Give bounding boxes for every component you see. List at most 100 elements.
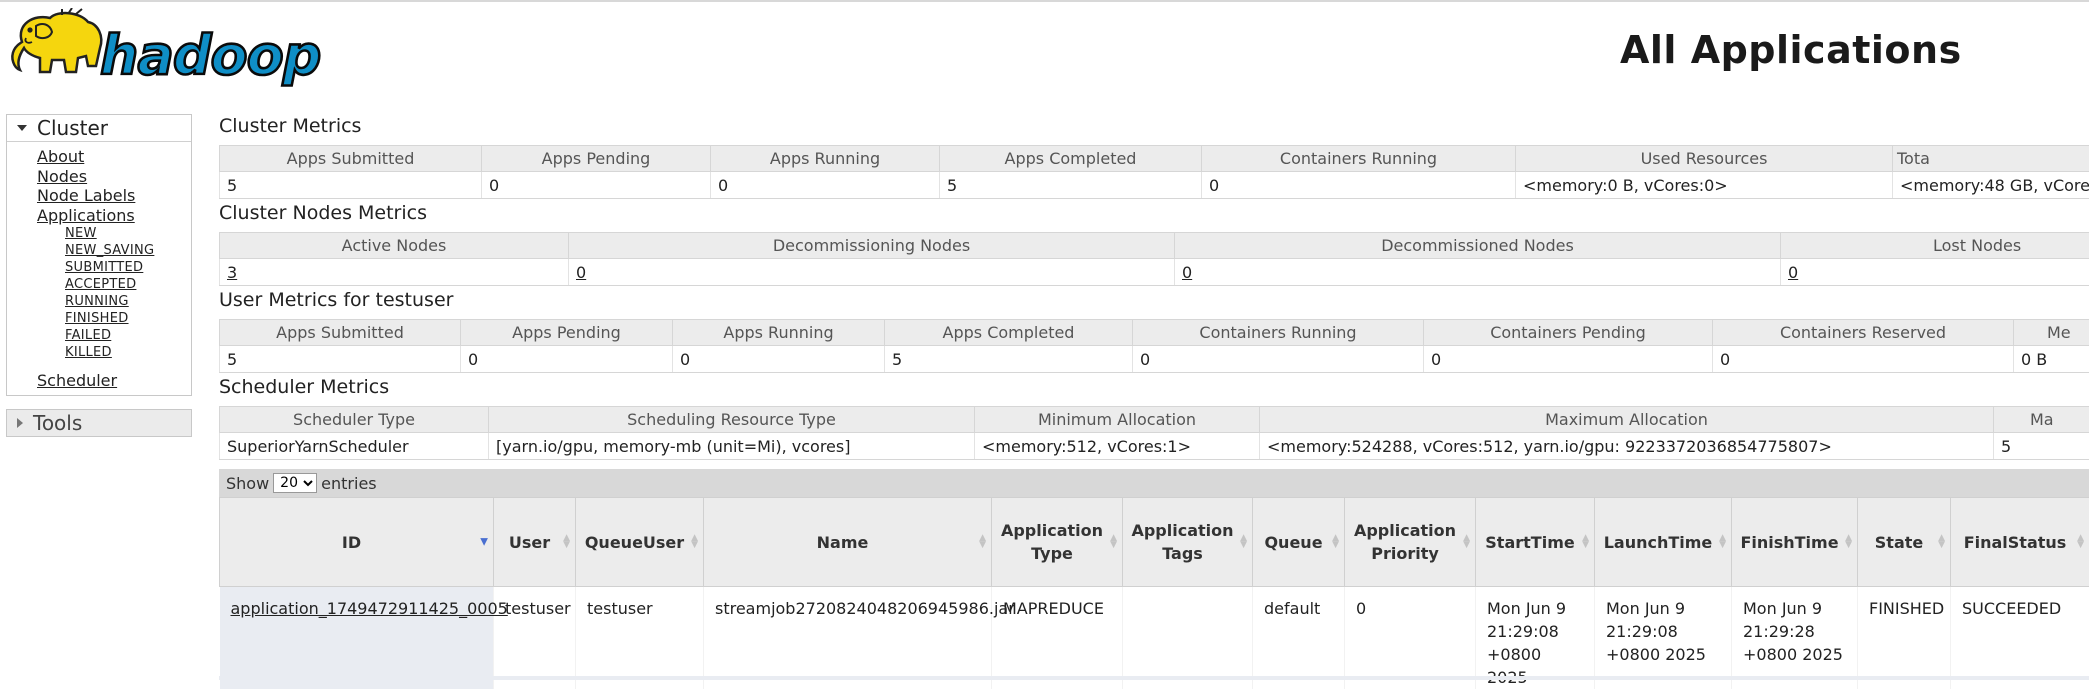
cluster-nodes-metrics-table: Active Nodes Decommissioning Nodes Decom… (219, 232, 2089, 286)
scheduler-metrics-value-row: SuperiorYarnScheduler [yarn.io/gpu, memo… (220, 433, 2089, 460)
nodes-metrics-value-row: 3 0 0 0 (220, 259, 2089, 286)
decommissioning-nodes-link[interactable]: 0 (576, 263, 586, 282)
col-decommissioned-nodes: Decommissioned Nodes (1175, 233, 1781, 259)
sort-both-icon: ▲▼ (1719, 535, 1726, 549)
col-header-application-tags[interactable]: Application Tags▲▼ (1123, 498, 1253, 587)
value-user-apps-submitted: 5 (220, 346, 461, 373)
col-header-finishtime[interactable]: FinishTime▲▼ (1732, 498, 1858, 587)
nav-link-node-labels[interactable]: Node Labels (37, 186, 154, 206)
value-active-nodes: 3 (220, 259, 569, 286)
col-header-starttime[interactable]: StartTime▲▼ (1476, 498, 1595, 587)
value-user-containers-pending: 0 (1424, 346, 1713, 373)
sort-both-icon: ▲▼ (1938, 535, 1945, 549)
nav-link-about[interactable]: About (37, 147, 154, 167)
sort-both-icon: ▲▼ (1332, 535, 1339, 549)
cluster-metrics-value-row: 5 0 0 5 0 <memory:0 B, vCores:0> <memory… (220, 172, 2089, 199)
scheduler-metrics-table: Scheduler Type Scheduling Resource Type … (219, 406, 2089, 460)
scheduler-metrics-title: Scheduler Metrics (219, 376, 389, 398)
cell-queue-user: testuser (576, 587, 704, 689)
col-scheduling-resource-type: Scheduling Resource Type (489, 407, 975, 433)
nav-cluster-panel: Cluster About Nodes Node Labels Applicat… (6, 114, 192, 396)
nav-state-new-saving[interactable]: NEW_SAVING (65, 242, 154, 259)
cell-type: MAPREDUCE (992, 587, 1123, 689)
value-apps-running: 0 (711, 172, 940, 199)
nav-tools-header[interactable]: Tools (7, 410, 191, 436)
nav-links: About Nodes Node Labels Applications NEW… (37, 147, 154, 361)
col-header-name[interactable]: Name▲▼ (704, 498, 992, 587)
hadoop-logo[interactable]: hadoop (6, 8, 336, 92)
value-user-containers-running: 0 (1133, 346, 1424, 373)
nav-cluster-label: Cluster (37, 116, 108, 140)
col-containers-running: Containers Running (1202, 146, 1516, 172)
entries-label: entries (321, 474, 376, 493)
decommissioned-nodes-link[interactable]: 0 (1182, 263, 1192, 282)
top-border (0, 0, 2089, 2)
user-metrics-value-row: 5 0 0 5 0 0 0 0 B (220, 346, 2089, 373)
value-apps-pending: 0 (482, 172, 711, 199)
value-user-apps-completed: 5 (885, 346, 1133, 373)
col-header-user[interactable]: User▲▼ (494, 498, 576, 587)
nav-state-finished[interactable]: FINISHED (65, 310, 154, 327)
value-decommissioned-nodes: 0 (1175, 259, 1781, 286)
nav-state-new[interactable]: NEW (65, 225, 154, 242)
cluster-metrics-title: Cluster Metrics (219, 115, 361, 137)
nav-state-submitted[interactable]: SUBMITTED (65, 259, 154, 276)
col-user-memory: Me (2014, 320, 2089, 346)
value-apps-completed: 5 (940, 172, 1202, 199)
col-user-apps-pending: Apps Pending (461, 320, 673, 346)
col-header-finalstatus[interactable]: FinalStatus▲▼ (1951, 498, 2089, 587)
value-user-memory: 0 B (2014, 346, 2089, 373)
cell-tags (1123, 587, 1253, 689)
show-label: Show (226, 474, 269, 493)
nav-state-failed[interactable]: FAILED (65, 327, 154, 344)
col-header-queueuser[interactable]: QueueUser▲▼ (576, 498, 704, 587)
nodes-metrics-header-row: Active Nodes Decommissioning Nodes Decom… (220, 233, 2089, 259)
col-apps-submitted: Apps Submitted (220, 146, 482, 172)
cell-start-time: Mon Jun 9 21:29:08 +0800 2025 (1476, 587, 1595, 689)
col-max-cluster-priority: Ma (1994, 407, 2089, 433)
nav-cluster-header[interactable]: Cluster (7, 115, 191, 142)
col-scheduler-type: Scheduler Type (220, 407, 489, 433)
logo-wordmark: hadoop (100, 24, 320, 87)
nav-link-applications[interactable]: Applications (37, 206, 154, 226)
chevron-down-icon (17, 125, 27, 131)
col-header-application-type[interactable]: Application Type▲▼ (992, 498, 1123, 587)
cell-queue: default (1253, 587, 1345, 689)
nav-link-scheduler[interactable]: Scheduler (37, 371, 117, 390)
nav-tools-panel[interactable]: Tools (6, 409, 192, 437)
col-maximum-allocation: Maximum Allocation (1260, 407, 1994, 433)
col-header-queue[interactable]: Queue▲▼ (1253, 498, 1345, 587)
nav-state-accepted[interactable]: ACCEPTED (65, 276, 154, 293)
col-header-id[interactable]: ID▼ (220, 498, 494, 587)
user-metrics-title: User Metrics for testuser (219, 289, 453, 311)
sort-both-icon: ▲▼ (979, 535, 986, 549)
value-apps-submitted: 5 (220, 172, 482, 199)
active-nodes-link[interactable]: 3 (227, 263, 237, 282)
col-total-resources: Tota (1893, 146, 2089, 172)
sort-both-icon: ▲▼ (1110, 535, 1117, 549)
cluster-metrics-table: Apps Submitted Apps Pending Apps Running… (219, 145, 2089, 199)
apps-header-row: ID▼ User▲▼ QueueUser▲▼ Name▲▼ Applicatio… (220, 498, 2089, 587)
col-header-application-priority[interactable]: Application Priority▲▼ (1345, 498, 1476, 587)
elephant-icon (12, 8, 101, 72)
value-lost-nodes: 0 (1781, 259, 2089, 286)
value-maximum-allocation: <memory:524288, vCores:512, yarn.io/gpu:… (1260, 433, 1994, 460)
col-apps-pending: Apps Pending (482, 146, 711, 172)
col-user-apps-running: Apps Running (673, 320, 885, 346)
value-total-resources: <memory:48 GB, vCores: (1893, 172, 2089, 199)
user-metrics-table: Apps Submitted Apps Pending Apps Running… (219, 319, 2089, 373)
nav-state-running[interactable]: RUNNING (65, 293, 154, 310)
sort-both-icon: ▲▼ (1845, 535, 1852, 549)
entries-select[interactable]: 20 (273, 473, 317, 493)
lost-nodes-link[interactable]: 0 (1788, 263, 1798, 282)
scheduler-metrics-header-row: Scheduler Type Scheduling Resource Type … (220, 407, 2089, 433)
app-id-link[interactable]: application_1749472911425_0005 (231, 599, 508, 618)
col-minimum-allocation: Minimum Allocation (975, 407, 1260, 433)
sort-both-icon: ▲▼ (1582, 535, 1589, 549)
value-used-resources: <memory:0 B, vCores:0> (1516, 172, 1893, 199)
col-header-state[interactable]: State▲▼ (1858, 498, 1951, 587)
nav-state-killed[interactable]: KILLED (65, 344, 154, 361)
col-header-launchtime[interactable]: LaunchTime▲▼ (1595, 498, 1732, 587)
apps-length-toolbar: Show 20 entries (219, 469, 2089, 497)
nav-link-nodes[interactable]: Nodes (37, 167, 154, 187)
